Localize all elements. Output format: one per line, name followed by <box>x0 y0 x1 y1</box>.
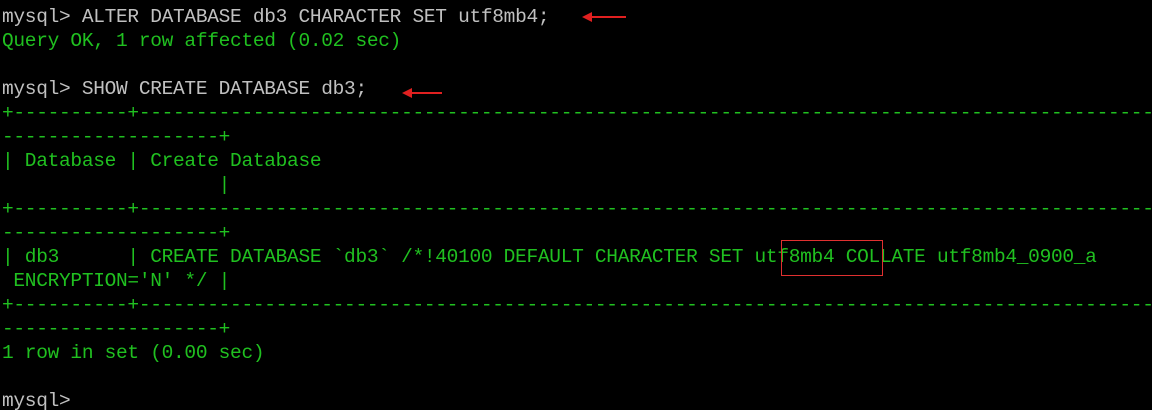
table-row-db3: | db3 | CREATE DATABASE `db3` /*!40100 D… <box>2 246 1097 268</box>
terminal-window[interactable]: mysql> ALTER DATABASE db3 CHARACTER SET … <box>0 0 1152 410</box>
table-border-top: +----------+----------------------------… <box>2 102 1152 124</box>
red-arrow-icon <box>582 12 626 22</box>
table-border-top-wrap: -------------------+ <box>2 126 231 148</box>
utf8mb4-highlight-box <box>781 240 883 276</box>
query-ok-result: Query OK, 1 row affected (0.02 sec) <box>2 30 402 52</box>
red-arrow-icon <box>402 88 442 98</box>
table-row-db3-wrap: ENCRYPTION='N' */ | <box>2 270 231 292</box>
command-show-create-database: mysql> SHOW CREATE DATABASE db3; <box>2 78 367 100</box>
mysql-prompt-input[interactable]: mysql> <box>2 389 71 410</box>
table-header-wrap: | <box>2 174 231 196</box>
table-border-mid-wrap: -------------------+ <box>2 222 231 244</box>
table-border-mid: +----------+----------------------------… <box>2 198 1152 220</box>
table-border-bottom-wrap: -------------------+ <box>2 318 231 340</box>
table-border-bottom: +----------+----------------------------… <box>2 294 1152 316</box>
table-header: | Database | Create Database <box>2 150 322 172</box>
command-alter-database: mysql> ALTER DATABASE db3 CHARACTER SET … <box>2 6 550 28</box>
rows-in-set-result: 1 row in set (0.00 sec) <box>2 342 265 364</box>
